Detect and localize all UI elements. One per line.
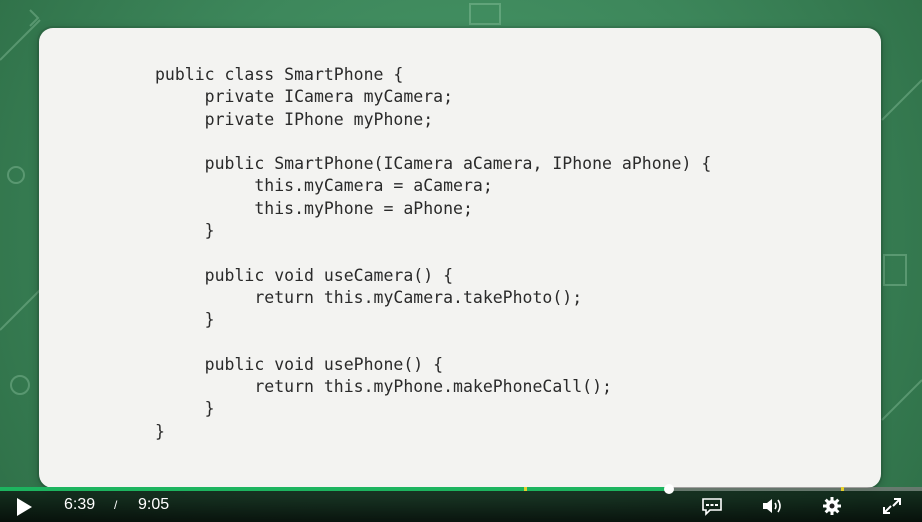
play-button[interactable]: [12, 496, 36, 518]
code-line: return this.myCamera.takePhoto();: [155, 287, 583, 307]
current-time: 6:39: [64, 496, 96, 513]
code-line: public void useCamera() {: [155, 265, 454, 285]
chapter-marker: [840, 487, 844, 491]
video-player-controls: 6:39 / 9:05: [0, 484, 922, 522]
code-line: }: [155, 421, 165, 441]
play-icon: [17, 498, 32, 516]
code-line: this.myCamera = aCamera;: [155, 176, 493, 196]
captions-button[interactable]: [700, 495, 724, 517]
volume-button[interactable]: [760, 495, 784, 517]
code-line: }: [155, 221, 215, 241]
volume-icon: [763, 499, 781, 513]
code-line: this.myPhone = aPhone;: [155, 198, 473, 218]
progress-scrubber-handle[interactable]: [664, 484, 675, 494]
chapter-marker: [523, 487, 527, 491]
code-block: public class SmartPhone { private ICamer…: [155, 64, 711, 443]
code-line: private IPhone myPhone;: [155, 109, 434, 129]
progress-played: [0, 487, 670, 491]
code-line: return this.myPhone.makePhoneCall();: [155, 377, 612, 397]
code-line: public class SmartPhone {: [155, 65, 404, 84]
code-line: }: [155, 310, 215, 330]
fullscreen-button[interactable]: [880, 495, 904, 517]
code-slide: public class SmartPhone { private ICamer…: [39, 28, 881, 488]
code-line: }: [155, 399, 215, 419]
code-line: public SmartPhone(ICamera aCamera, IPhon…: [155, 154, 712, 174]
captions-icon: [702, 498, 722, 516]
duration: 9:05: [138, 496, 170, 513]
settings-gear-icon: [823, 497, 841, 515]
time-separator: /: [114, 498, 118, 512]
code-line: public void usePhone() {: [155, 354, 444, 374]
progress-bar[interactable]: [0, 484, 922, 494]
settings-button[interactable]: [820, 495, 844, 517]
code-line: private ICamera myCamera;: [155, 87, 454, 107]
fullscreen-icon: [883, 498, 901, 514]
